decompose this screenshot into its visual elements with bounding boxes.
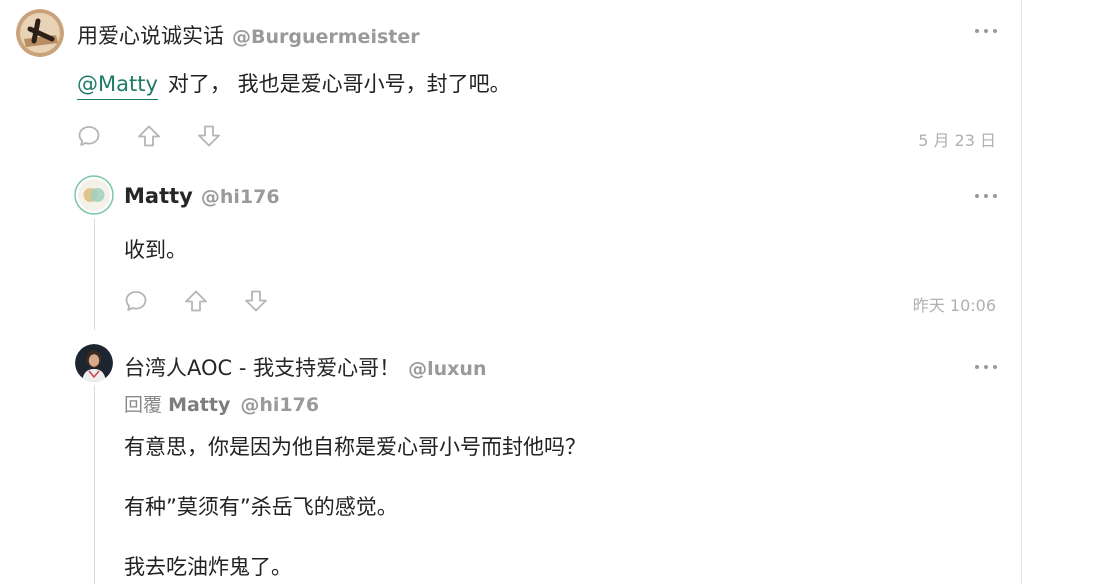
author-handle[interactable]: @luxun [408, 358, 486, 380]
comment-timestamp[interactable]: 昨天 10:06 [913, 292, 996, 316]
comment-body: 收到。 [124, 234, 187, 264]
author-handle[interactable]: @hi176 [201, 186, 280, 208]
more-options-icon[interactable] [975, 26, 997, 36]
reply-to-line: 回覆 Matty @hi176 [124, 390, 319, 417]
comment-actions [124, 289, 304, 313]
reply-to-handle[interactable]: @hi176 [240, 394, 319, 416]
author-name[interactable]: Matty [124, 184, 193, 208]
column-divider [1021, 0, 1022, 584]
reply-to-label: 回覆 [124, 394, 163, 416]
mention-link[interactable]: @Matty [77, 72, 158, 100]
comment-thread: 用爱心说诚实话 @Burguermeister @Matty 对了， 我也是爱心哥… [0, 0, 1098, 584]
comment-text: 对了， 我也是爱心哥小号，封了吧。 [167, 72, 511, 96]
more-options-icon[interactable] [975, 362, 997, 372]
author-name[interactable]: 用爱心说诚实话 [77, 20, 224, 50]
comment-body: @Matty 对了， 我也是爱心哥小号，封了吧。 [77, 68, 511, 100]
comment-header: 用爱心说诚实话 @Burguermeister [77, 20, 420, 50]
comment-header: Matty @hi176 [124, 184, 280, 208]
upvote-icon[interactable] [184, 289, 208, 313]
comment-actions [77, 124, 257, 148]
downvote-icon[interactable] [244, 289, 268, 313]
comment-paragraph: 我去吃油炸鬼了。 [124, 555, 292, 579]
reply-icon[interactable] [77, 124, 101, 148]
thread-line [94, 218, 95, 330]
thread-line [94, 385, 95, 584]
reply-icon[interactable] [124, 289, 148, 313]
avatar[interactable] [75, 344, 113, 382]
comment-header: 台湾人AOC - 我支持爱心哥！ @luxun [124, 352, 486, 382]
avatar[interactable] [74, 175, 114, 215]
author-name[interactable]: 台湾人AOC - 我支持爱心哥！ [124, 352, 400, 382]
avatar[interactable] [16, 9, 64, 57]
upvote-icon[interactable] [137, 124, 161, 148]
author-handle[interactable]: @Burguermeister [232, 26, 420, 48]
comment-text: 收到。 [124, 238, 187, 262]
more-options-icon[interactable] [975, 191, 997, 201]
downvote-icon[interactable] [197, 124, 221, 148]
reply-to-name[interactable]: Matty [168, 394, 230, 416]
comment-paragraph: 有种”莫须有”杀岳飞的感觉。 [124, 495, 398, 519]
comment-timestamp[interactable]: 5 月 23 日 [918, 127, 996, 151]
comment-paragraph: 有意思，你是因为他自称是爱心哥小号而封他吗？ [124, 435, 586, 459]
